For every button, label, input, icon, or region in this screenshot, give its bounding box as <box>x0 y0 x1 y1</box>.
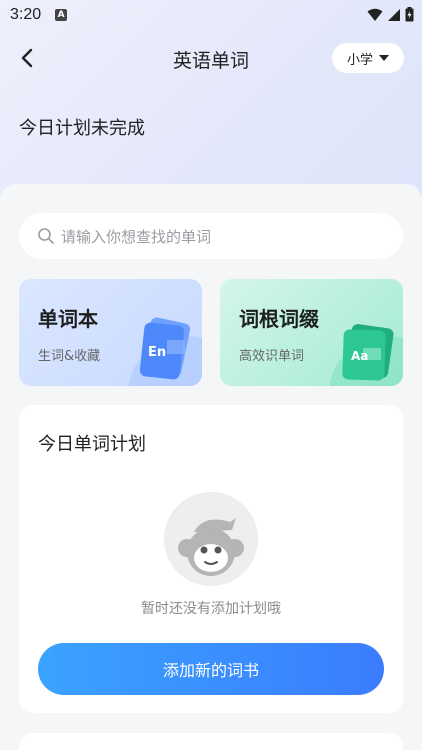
daily-plan-card: 今日单词计划 暂时还没有添加计划哦 添加新的词书 <box>19 405 403 713</box>
search-input[interactable]: 请输入你想查找的单词 <box>19 213 403 259</box>
notification-icon: A <box>55 9 68 21</box>
grade-selector-label: 小学 <box>346 52 373 68</box>
vocab-book-card[interactable]: 单词本 生词&收藏 En <box>19 279 202 386</box>
vocab-badge: En <box>148 345 166 360</box>
monkey-mascot-icon <box>164 492 258 586</box>
empty-plan-text: 暂时还没有添加计划哦 <box>141 601 281 617</box>
root-affix-illustration: Aa <box>329 324 403 386</box>
signal-icon <box>388 8 400 21</box>
status-icons <box>367 7 414 22</box>
vocab-book-subtitle: 生词&收藏 <box>38 349 101 364</box>
battery-icon <box>405 7 414 22</box>
nav-bar: 英语单词 小学 <box>0 38 422 80</box>
next-section-card <box>19 733 403 750</box>
wifi-icon <box>367 8 383 21</box>
root-affix-subtitle: 高效识单词 <box>239 349 305 364</box>
vocab-book-illustration: En <box>128 317 202 386</box>
vocab-book-title: 单词本 <box>38 307 98 331</box>
root-affix-card[interactable]: 词根词缀 高效识单词 Aa <box>220 279 403 386</box>
search-icon <box>38 228 54 244</box>
plan-status-text: 今日计划未完成 <box>19 118 145 139</box>
status-bar: 3:20 A <box>0 0 422 30</box>
grade-selector[interactable]: 小学 <box>332 43 404 73</box>
search-placeholder: 请输入你想查找的单词 <box>61 227 212 246</box>
root-affix-title: 词根词缀 <box>239 307 319 331</box>
root-affix-badge: Aa <box>351 349 368 363</box>
status-time: 3:20 <box>10 6 42 23</box>
add-wordbook-button[interactable]: 添加新的词书 <box>38 643 384 695</box>
caret-down-icon <box>379 55 389 61</box>
daily-plan-title: 今日单词计划 <box>38 434 146 455</box>
